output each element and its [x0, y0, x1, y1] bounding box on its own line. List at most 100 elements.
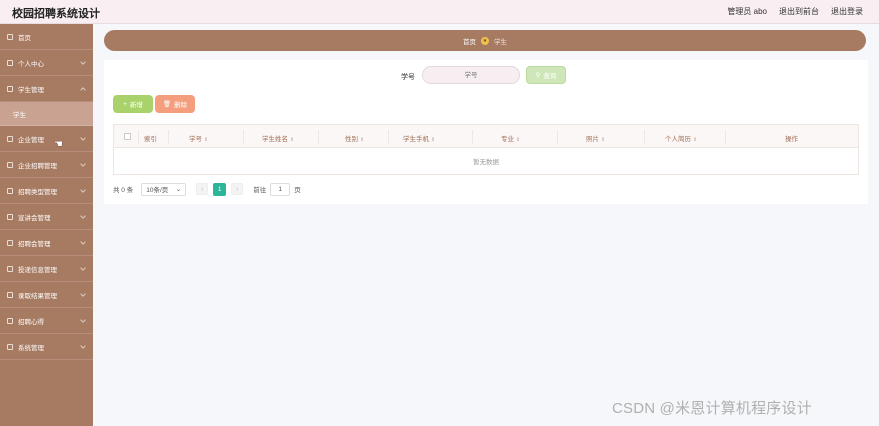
column-divider: [138, 130, 139, 144]
sidebar-item-admission[interactable]: 录取结果管理: [0, 282, 93, 308]
column-header-index: 索引: [144, 133, 157, 143]
logout-link[interactable]: 退出登录: [831, 6, 863, 17]
sidebar-item-delivery[interactable]: 投递信息管理: [0, 256, 93, 282]
watermark: CSDN @米恩计算机程序设计: [612, 400, 812, 417]
search-button[interactable]: ⚲ 查询: [526, 66, 566, 84]
chevron-down-icon: [80, 187, 86, 193]
sidebar-item-company-recruitment[interactable]: 企业招聘管理: [0, 152, 93, 178]
chevron-down-icon: [80, 239, 86, 245]
delete-button[interactable]: 🗑 删除: [155, 95, 195, 113]
page-size-value: 10条/页: [146, 187, 169, 194]
home-icon: [7, 33, 13, 40]
column-divider: [243, 130, 244, 144]
column-divider: [388, 130, 389, 144]
calendar-icon: [7, 239, 13, 246]
person-icon: [7, 291, 13, 298]
sidebar-item-system[interactable]: 系统管理: [0, 334, 93, 360]
sidebar-subitem-student[interactable]: 学生: [0, 102, 93, 126]
breadcrumb-home[interactable]: 首页: [463, 36, 476, 46]
sidebar-item-label: 投递信息管理: [18, 266, 57, 274]
exit-to-front-link[interactable]: 退出到前台: [779, 6, 819, 17]
column-header-resume[interactable]: 个人简历 ⇕: [665, 133, 697, 143]
breadcrumb-current: 学生: [494, 38, 507, 46]
select-all-checkbox[interactable]: [124, 133, 131, 140]
sort-icon[interactable]: ⇕: [360, 137, 364, 143]
add-button-label: 新增: [129, 102, 143, 109]
sidebar-item-experience[interactable]: 招聘心得: [0, 308, 93, 334]
page-size-select[interactable]: 10条/页 ⌄: [141, 182, 187, 196]
sidebar-item-label: 企业招聘管理: [18, 162, 57, 170]
tag-icon: [7, 187, 13, 194]
sidebar-item-label: 录取结果管理: [18, 292, 57, 300]
chevron-down-icon: ⌄: [175, 186, 182, 193]
column-header-major[interactable]: 专业 ⇕: [501, 133, 520, 143]
sidebar-item-label: 首页: [18, 34, 31, 42]
search-input[interactable]: [422, 66, 520, 84]
sidebar: 首页 个人中心 学生管理 学生 企业管理 企业招聘管理 招聘类型管理 宣讲会管理…: [0, 24, 93, 426]
sort-icon[interactable]: ⇕: [431, 137, 435, 143]
goto-page-input[interactable]: 1: [270, 182, 291, 196]
building-icon: [7, 135, 13, 142]
column-header-student-name[interactable]: 学生姓名 ⇕: [262, 133, 294, 143]
column-header-label: 操作: [785, 136, 798, 143]
sort-icon[interactable]: ⇕: [290, 137, 294, 143]
sort-icon[interactable]: ⇕: [601, 137, 605, 143]
sidebar-item-company-management[interactable]: 企业管理: [0, 126, 93, 152]
column-header-label: 个人简历: [665, 136, 691, 143]
sidebar-item-recruitment-type[interactable]: 招聘类型管理: [0, 178, 93, 204]
column-header-phone[interactable]: 学生手机 ⇕: [403, 133, 435, 143]
chevron-down-icon: [80, 343, 86, 349]
column-header-photo[interactable]: 照片 ⇕: [586, 133, 605, 143]
column-divider: [725, 130, 726, 144]
column-divider: [557, 130, 558, 144]
prev-page-button[interactable]: ‹: [196, 183, 209, 195]
add-button[interactable]: + 新增: [113, 95, 153, 113]
column-header-label: 学生姓名: [262, 136, 288, 143]
sidebar-item-label: 招聘类型管理: [18, 188, 57, 196]
list-icon: [7, 85, 13, 92]
sidebar-item-label: 招聘心得: [18, 318, 44, 326]
user-icon: [7, 59, 13, 66]
sidebar-item-label: 招聘会管理: [18, 240, 51, 248]
column-header-label: 照片: [586, 136, 599, 143]
search-icon: ⚲: [535, 72, 541, 79]
sidebar-item-seminar[interactable]: 宣讲会管理: [0, 204, 93, 230]
sidebar-subitem-label: 学生: [13, 111, 26, 119]
page-number-current[interactable]: 1: [213, 182, 227, 196]
chevron-down-icon: [80, 317, 86, 323]
content-panel: 学号 ⚲ 查询 + 新增 🗑 删除 索引 学号⇕ 学生姓名⇕ 性别⇕ 学生手机⇕…: [104, 60, 868, 204]
column-header-label: 专业: [501, 136, 514, 143]
sort-icon[interactable]: ⇕: [693, 137, 697, 143]
column-divider: [318, 130, 319, 144]
column-header-gender[interactable]: 性别 ⇕: [345, 133, 364, 143]
chevron-down-icon: [80, 59, 86, 65]
app-title: 校园招聘系统设计: [12, 8, 100, 20]
column-header-student-id[interactable]: 学号 ⇕: [189, 133, 208, 143]
send-icon: [7, 265, 13, 272]
chevron-down-icon: [80, 135, 86, 141]
sidebar-item-label: 学生管理: [18, 86, 44, 94]
settings-icon: [7, 343, 13, 350]
chevron-down-icon: [80, 213, 86, 219]
sidebar-item-label: 企业管理: [18, 136, 44, 144]
sidebar-item-job-fair[interactable]: 招聘会管理: [0, 230, 93, 256]
empty-text: 暂无数据: [473, 159, 499, 166]
sidebar-item-profile[interactable]: 个人中心: [0, 50, 93, 76]
table-empty-row: 暂无数据: [113, 148, 859, 175]
top-bar: 校园招聘系统设计 管理员 abo 退出到前台 退出登录: [0, 0, 879, 24]
plus-icon: +: [123, 100, 127, 108]
next-page-button[interactable]: ›: [231, 183, 244, 195]
column-header-label: 学号: [189, 136, 202, 143]
column-divider: [644, 130, 645, 144]
search-button-label: 查询: [543, 73, 557, 80]
sort-icon[interactable]: ⇕: [516, 137, 520, 143]
breadcrumb: 首页 ★ 学生: [104, 30, 866, 51]
briefcase-icon: [7, 161, 13, 168]
sidebar-item-label: 系统管理: [18, 344, 44, 352]
delete-button-label: 删除: [174, 102, 188, 109]
sidebar-item-home[interactable]: 首页: [0, 24, 93, 50]
column-header-actions: 操作: [785, 133, 798, 143]
sort-icon[interactable]: ⇕: [204, 137, 208, 143]
sidebar-item-student-management[interactable]: 学生管理: [0, 76, 93, 102]
star-icon: ★: [481, 36, 489, 45]
